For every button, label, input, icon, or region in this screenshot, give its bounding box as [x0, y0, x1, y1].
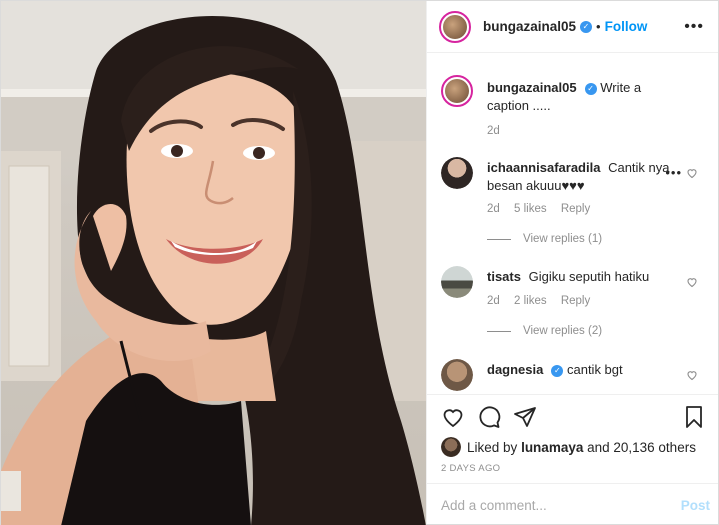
- caption-age[interactable]: 2d: [487, 125, 500, 137]
- comment-likes[interactable]: 2 likes: [514, 295, 547, 307]
- likes-count[interactable]: and 20,136 others: [587, 440, 696, 455]
- comment-age[interactable]: 2d: [487, 295, 500, 307]
- comment-meta: 2d 2 likes Reply: [487, 295, 601, 307]
- like-heart-icon[interactable]: [441, 405, 465, 429]
- comment-age[interactable]: 2d: [487, 203, 500, 215]
- author-username[interactable]: bungazainal05: [483, 19, 576, 34]
- add-comment-bar: Add a comment... Post: [427, 483, 718, 525]
- comment-row: tisats Gigiku seputih hatiku 2d 2 likes …: [441, 266, 698, 356]
- caption-meta: 2d: [487, 125, 511, 137]
- comment-row: dagnesia ✓ cantik bgt: [441, 359, 698, 394]
- liker-username[interactable]: lunamaya: [521, 440, 583, 455]
- reply-button[interactable]: Reply: [561, 203, 590, 215]
- add-comment-input[interactable]: Add a comment...: [441, 498, 547, 513]
- post-header: bungazainal05 ✓ • Follow •••: [427, 1, 718, 53]
- commenter-username[interactable]: ichaannisafaradila: [487, 160, 600, 175]
- replies-line: [487, 238, 511, 240]
- liker-avatar[interactable]: [441, 437, 461, 457]
- comments-list[interactable]: bungazainal05 ✓ Write a caption ..... 2d …: [427, 54, 718, 394]
- share-icon[interactable]: [513, 405, 537, 429]
- comment-body: cantik bgt: [566, 362, 623, 377]
- post-comment-button[interactable]: Post: [681, 498, 710, 513]
- comment-likes[interactable]: 5 likes: [514, 203, 547, 215]
- commenter-avatar[interactable]: [441, 266, 473, 298]
- post-photo[interactable]: [1, 1, 426, 525]
- comment-text: dagnesia ✓ cantik bgt: [487, 361, 672, 379]
- comment-icon[interactable]: [477, 405, 501, 429]
- comment-text: tisats Gigiku seputih hatiku: [487, 268, 672, 286]
- verified-badge-icon: ✓: [551, 365, 564, 377]
- commenter-username[interactable]: dagnesia: [487, 362, 543, 377]
- verified-badge-icon: ✓: [584, 83, 597, 95]
- reply-button[interactable]: Reply: [561, 295, 590, 307]
- post-actions: Liked by lunamaya and 20,136 others 2 DA…: [427, 394, 718, 525]
- verified-badge-icon: ✓: [580, 20, 593, 33]
- view-replies-label: View replies (2): [523, 325, 603, 337]
- liked-by: Liked by lunamaya and 20,136 others: [441, 437, 696, 457]
- heart-icon[interactable]: [686, 369, 698, 381]
- more-options-icon[interactable]: •••: [684, 18, 704, 36]
- commenter-avatar[interactable]: [441, 157, 473, 189]
- liked-by-prefix: Liked by: [467, 439, 518, 455]
- caption-username[interactable]: bungazainal05: [487, 80, 577, 95]
- caption-row: bungazainal05 ✓ Write a caption ..... 2d: [441, 75, 698, 145]
- action-icons: [439, 405, 706, 433]
- comment-body: Gigiku seputih hatiku: [528, 269, 650, 284]
- commenter-avatar[interactable]: [441, 359, 473, 391]
- author-avatar[interactable]: [439, 10, 471, 43]
- instagram-post: bungazainal05 ✓ • Follow ••• bungazainal…: [0, 0, 719, 525]
- heart-icon[interactable]: [686, 167, 698, 179]
- comment-text: ichaannisafaradila Cantik nya besan akuu…: [487, 159, 672, 195]
- follow-button[interactable]: Follow: [605, 19, 648, 34]
- post-side-panel: bungazainal05 ✓ • Follow ••• bungazainal…: [426, 1, 718, 524]
- view-replies-label: View replies (1): [523, 233, 603, 245]
- comment-more-icon[interactable]: •••: [665, 165, 682, 180]
- caption-avatar[interactable]: [441, 75, 473, 107]
- commenter-username[interactable]: tisats: [487, 269, 521, 284]
- selfie-illustration: [1, 1, 426, 525]
- replies-line: [487, 330, 511, 332]
- header-separator: •: [596, 19, 601, 34]
- bookmark-icon[interactable]: [682, 405, 706, 429]
- comment-meta: 2d 5 likes Reply: [487, 203, 601, 215]
- comment-row: ichaannisafaradila Cantik nya besan akuu…: [441, 157, 698, 247]
- post-timestamp[interactable]: 2 DAYS AGO: [441, 463, 500, 474]
- caption-text: bungazainal05 ✓ Write a caption .....: [487, 79, 672, 115]
- view-replies-button[interactable]: View replies (2): [487, 325, 602, 337]
- view-replies-button[interactable]: View replies (1): [487, 233, 602, 245]
- heart-icon[interactable]: [686, 276, 698, 288]
